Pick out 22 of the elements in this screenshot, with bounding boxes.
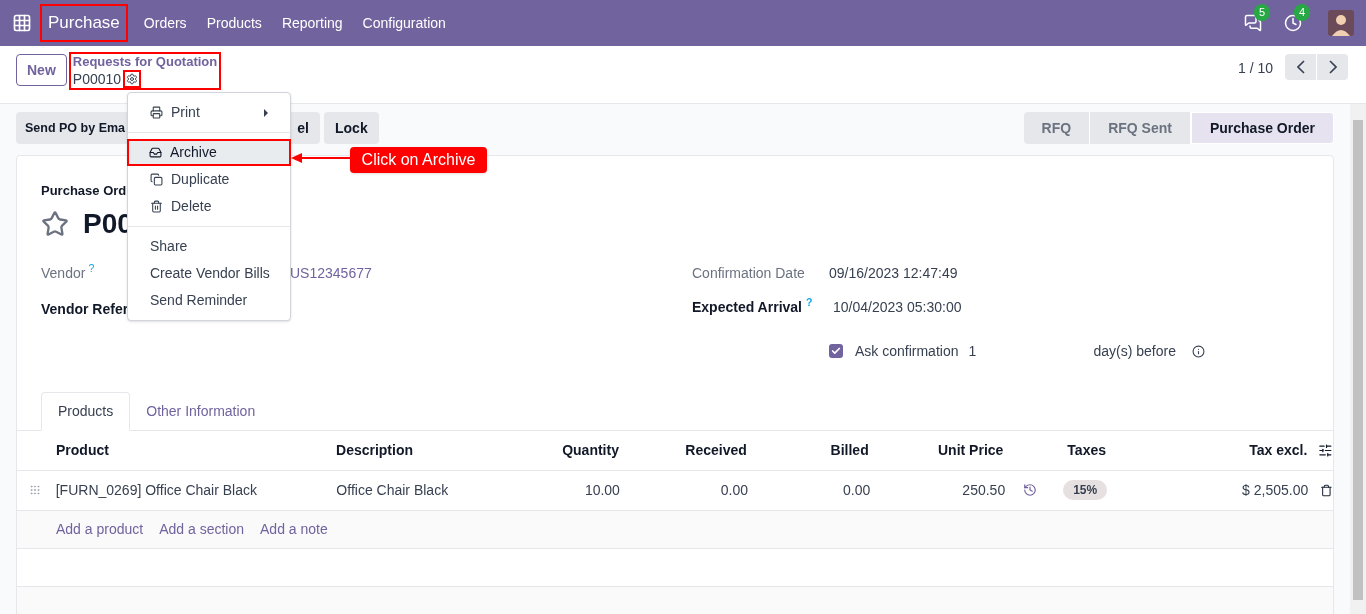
field-value: 10/04/2023 05:30:00	[833, 297, 962, 317]
help-mark: ?	[88, 262, 95, 275]
table-cell-text: Office Chair Black	[336, 480, 450, 500]
table-cell-text: 0.00	[842, 480, 871, 500]
pager-value: 1 / 10	[1237, 59, 1273, 78]
field-label: Expected Arrival $^{?}$	[692, 296, 814, 317]
table-cell-text: 0.00	[719, 480, 748, 500]
record-name: P00010	[72, 70, 122, 88]
table-cell-text: 10.00	[583, 480, 620, 500]
field-label: Purchase Ord	[41, 182, 128, 200]
table-cell-text: $ 2,505.00	[1241, 480, 1309, 500]
table-cell-text: [FURN_0269] Office Chair Black	[55, 480, 258, 500]
activity-count-badge: 4	[1294, 4, 1311, 21]
checkbox-label: Ask confirmation	[855, 341, 959, 361]
message-count-badge: 5	[1254, 4, 1271, 21]
field-label: day(s) before	[1093, 341, 1176, 361]
tax-tag: 15%	[1063, 480, 1108, 500]
table-cell-text: 250.50	[961, 480, 1006, 500]
annotation-callout: Click on Archive	[350, 147, 487, 173]
field-label: Vendor Refer	[41, 300, 129, 317]
field-label: Confirmation Date	[692, 263, 806, 283]
field-value: 09/16/2023 12:47:49	[829, 263, 958, 283]
